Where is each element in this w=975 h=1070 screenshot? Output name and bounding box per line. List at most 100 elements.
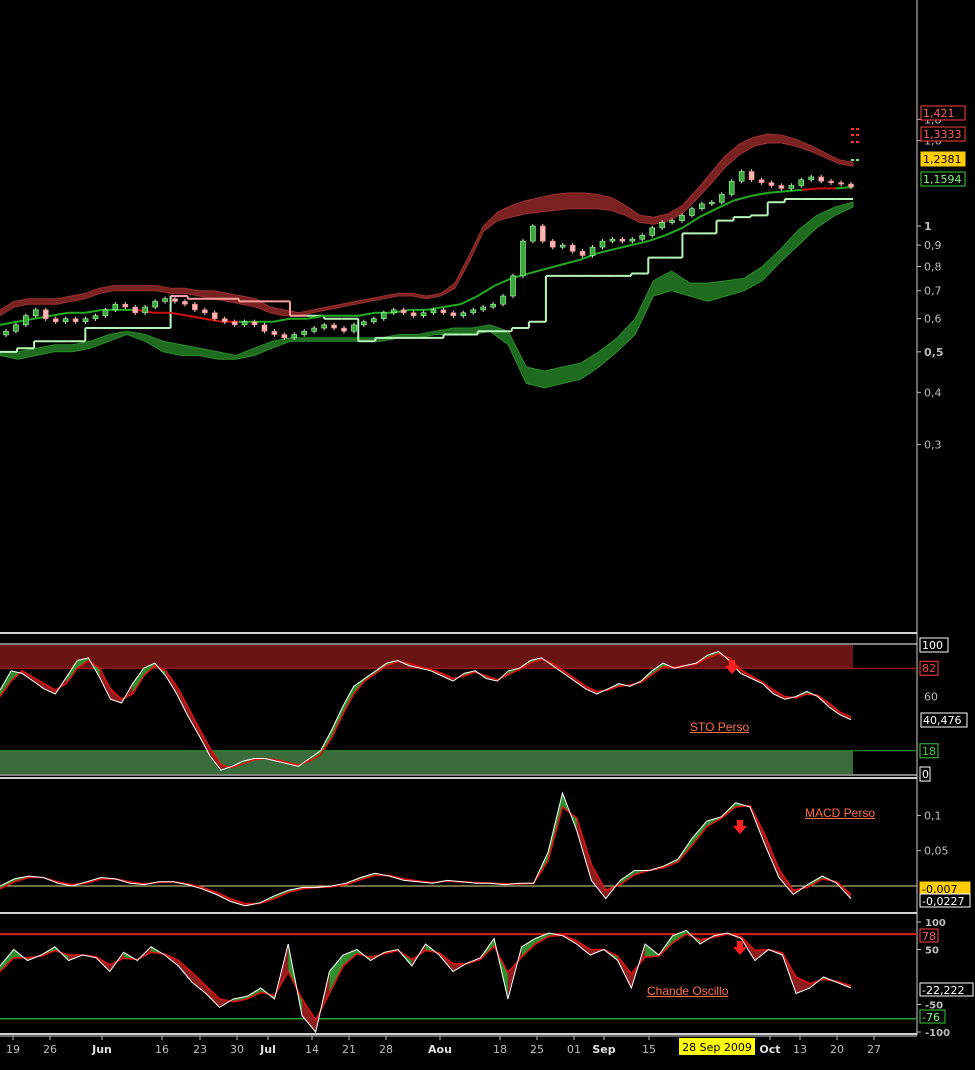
candle-up — [589, 246, 596, 256]
candle-down — [569, 244, 576, 252]
chart-svg: 1,81,610,90,80,70,60,50,40,31,4211,33331… — [0, 0, 974, 1056]
price-y-tick-label: 0,6 — [924, 313, 942, 326]
moving-average-segment — [681, 216, 700, 229]
candle-up — [321, 324, 327, 329]
x-axis-tick-label: 19 — [6, 1043, 20, 1056]
sto-y-tick-label: 60 — [924, 691, 938, 704]
price-tag-label: 1,2381 — [923, 153, 962, 166]
moving-average-segment — [187, 314, 205, 320]
candle-up — [699, 203, 705, 209]
candle-down — [450, 312, 457, 317]
candle-up — [808, 176, 815, 181]
chart-stage: 1,81,610,90,80,70,60,50,40,31,4211,33331… — [0, 0, 975, 1066]
candle-down — [818, 176, 824, 182]
macd-y-tick-label: 0,1 — [924, 809, 942, 822]
moving-average-segment — [426, 306, 444, 311]
candle-up — [669, 220, 675, 223]
candle-up — [311, 327, 317, 332]
candle-up — [33, 309, 39, 317]
chande-oscillo-label[interactable]: Chande Oscillo — [647, 984, 728, 998]
x-axis-tick-label: 13 — [793, 1043, 807, 1056]
moving-average-segment — [801, 187, 819, 191]
x-axis-tick-label: 14 — [305, 1043, 319, 1056]
x-axis-tick-label: Oct — [759, 1043, 780, 1056]
candle-down — [251, 321, 258, 326]
cmo-value-tag-label: -76 — [922, 1011, 940, 1024]
candle-up — [301, 330, 308, 335]
candle-up — [738, 171, 745, 182]
x-axis-tick-label: 16 — [155, 1043, 169, 1056]
x-axis-tick-label: 26 — [43, 1043, 57, 1056]
candle-up — [102, 309, 109, 317]
candle-down — [619, 238, 626, 242]
candle-up — [500, 295, 506, 305]
moving-average-segment — [528, 267, 547, 275]
candle-up — [241, 321, 248, 326]
cmo-y-tick-label: 50 — [925, 946, 939, 957]
x-axis-tick-label: 20 — [830, 1043, 844, 1056]
candle-down — [410, 312, 417, 317]
candle-up — [520, 240, 526, 277]
x-axis-tick-label: 21 — [342, 1043, 356, 1056]
x-axis-tick-label: Jul — [259, 1043, 276, 1056]
moving-average-segment — [477, 284, 496, 297]
cmo-y-tick-label: -100 — [925, 1028, 950, 1039]
candle-up — [62, 318, 69, 323]
moving-average-segment — [664, 226, 683, 237]
candle-up — [599, 240, 606, 248]
candle-down — [231, 321, 238, 326]
candle-down — [440, 309, 447, 314]
x-axis-tick-label: 23 — [193, 1043, 207, 1056]
candle-down — [211, 312, 218, 320]
x-axis-tick-label: 27 — [867, 1043, 881, 1056]
candle-up — [510, 275, 516, 297]
candle-up — [3, 330, 9, 336]
x-axis-tick-label: 01 — [567, 1043, 581, 1056]
candle-up — [788, 185, 795, 189]
candle-up — [371, 318, 377, 323]
candle-down — [281, 334, 288, 339]
candle-up — [430, 309, 437, 314]
moving-average-segment — [596, 248, 615, 255]
candle-up — [361, 321, 367, 326]
candle-up — [92, 315, 99, 320]
sto-perso-label[interactable]: STO Perso — [690, 720, 749, 734]
sto-y-tick-label: 82 — [922, 662, 936, 675]
moving-average-segment — [443, 303, 461, 309]
candle-down — [192, 303, 198, 311]
candle-down — [828, 180, 834, 183]
candle-up — [152, 301, 158, 308]
candle-down — [400, 309, 407, 314]
moving-average-segment — [613, 244, 632, 251]
x-axis-tick-label: 15 — [642, 1043, 656, 1056]
candle-up — [162, 298, 168, 302]
sto-y-tick-label: 0 — [922, 768, 929, 781]
candle-up — [112, 303, 119, 311]
price-y-tick-label: 0,8 — [924, 261, 942, 274]
candle-up — [609, 238, 616, 242]
candle-up — [82, 318, 89, 323]
candle-down — [202, 309, 208, 314]
macd-signal-line — [0, 804, 852, 905]
moving-average-segment — [494, 277, 513, 287]
candle-up — [798, 179, 805, 186]
macd-sell-arrow — [733, 820, 747, 834]
candle-up — [659, 222, 665, 229]
candle-down — [132, 306, 139, 314]
price-tag-label: 1,421 — [923, 107, 955, 120]
candle-down — [331, 324, 337, 329]
candle-down — [758, 179, 765, 183]
x-axis-tick-label: Jun — [91, 1043, 112, 1056]
candle-down — [42, 309, 49, 320]
candle-up — [559, 244, 566, 248]
x-axis-tick-label: 30 — [230, 1043, 244, 1056]
macd-perso-label[interactable]: MACD Perso — [805, 806, 875, 820]
candle-down — [172, 298, 178, 302]
price-y-tick-label: 0,9 — [924, 239, 942, 252]
price-tag-label: 1,3333 — [923, 128, 962, 141]
candle-up — [709, 201, 715, 205]
lower-band-area — [0, 201, 854, 389]
candle-up — [490, 303, 496, 308]
candle-down — [271, 330, 278, 335]
x-axis-tick-label: Aou — [428, 1043, 452, 1056]
